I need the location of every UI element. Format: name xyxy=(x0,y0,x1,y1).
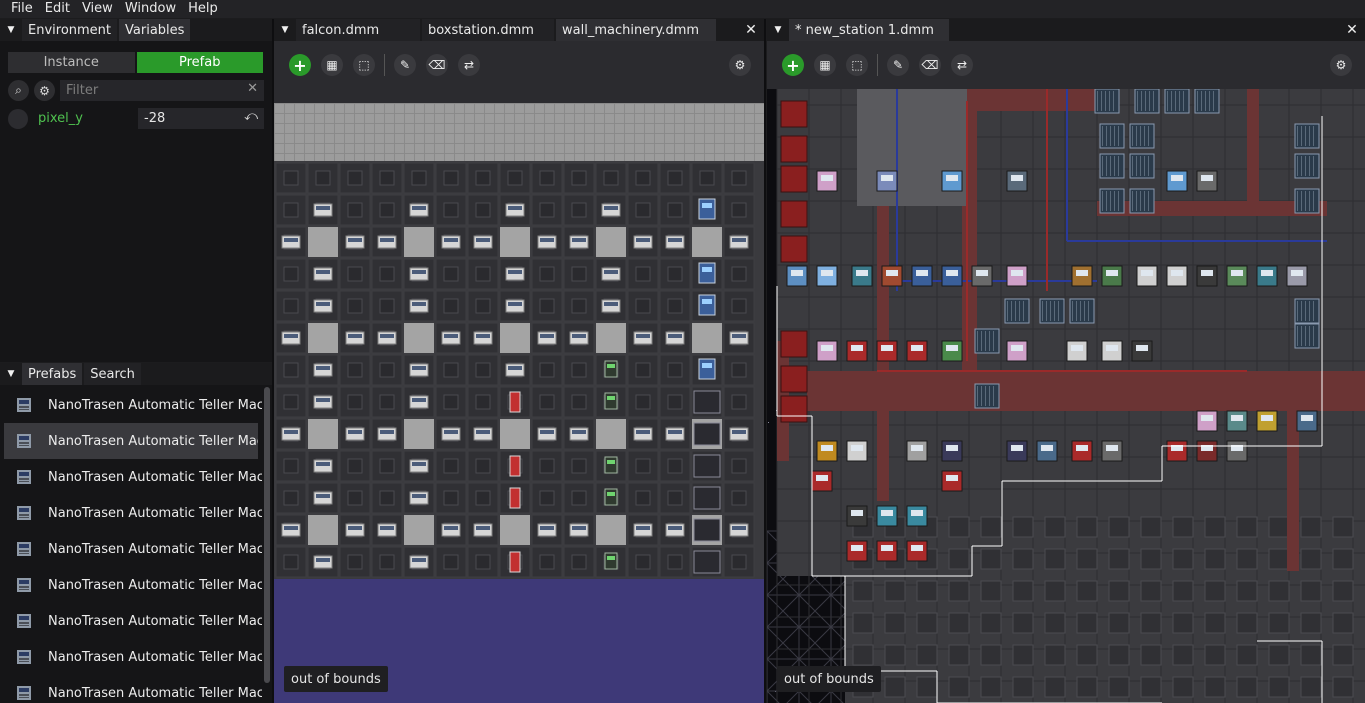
list-item[interactable]: NanoTrasen Automatic Teller Mac xyxy=(0,459,262,495)
editor-a-toolbar: + ▦ ⬚ ✎ ⌫ ⇄ xyxy=(284,47,485,83)
list-item-label: NanoTrasen Automatic Teller Mac xyxy=(48,433,258,449)
list-item[interactable]: NanoTrasen Automatic Teller Mac xyxy=(0,387,262,423)
close-icon[interactable]: ✕ xyxy=(1341,19,1363,41)
list-item-label: NanoTrasen Automatic Teller Mac xyxy=(48,469,262,485)
editor-a-tabbar: ▼ falcon.dmm boxstation.dmm wall_machine… xyxy=(274,19,764,41)
collapse-triangle-icon[interactable]: ▼ xyxy=(767,19,789,41)
tab-prefabs[interactable]: Prefabs xyxy=(22,363,83,385)
map-canvas-a[interactable] xyxy=(274,41,764,703)
menu-file[interactable]: File xyxy=(0,0,39,18)
close-icon[interactable]: ✕ xyxy=(740,19,762,41)
filter-input[interactable] xyxy=(66,83,264,98)
property-value[interactable]: -28 xyxy=(144,111,165,126)
atm-icon xyxy=(17,614,31,628)
list-item[interactable]: NanoTrasen Automatic Teller Mac xyxy=(0,603,262,639)
list-item-label: NanoTrasen Automatic Teller Mac xyxy=(48,577,262,593)
atm-icon xyxy=(17,578,31,592)
list-item[interactable]: NanoTrasen Automatic Teller Mac xyxy=(0,639,262,675)
select-icon[interactable]: ⬚ xyxy=(846,54,868,76)
atm-icon xyxy=(17,470,31,484)
property-row: pixel_y -28 ⤺ xyxy=(8,108,264,129)
undo-icon[interactable]: ⤺ xyxy=(244,109,258,124)
tab-boxstation[interactable]: boxstation.dmm xyxy=(422,19,554,41)
prefabs-panel: ▼ Prefabs Search NanoTrasen Automatic Te… xyxy=(0,363,272,703)
prefab-button[interactable]: Prefab xyxy=(136,52,263,73)
menu-help[interactable]: Help xyxy=(182,0,224,18)
eraser-icon[interactable]: ⌫ xyxy=(426,54,448,76)
list-item[interactable]: NanoTrasen Automatic Teller Mac xyxy=(0,531,262,567)
atm-icon xyxy=(17,686,31,700)
map-canvas-b[interactable] xyxy=(767,41,1365,703)
atm-icon xyxy=(17,506,31,520)
tab-environment[interactable]: Environment xyxy=(22,19,118,41)
list-item[interactable]: NanoTrasen Automatic Teller Mac xyxy=(0,567,262,603)
list-item[interactable]: NanoTrasen Automatic Teller Mac xyxy=(4,423,258,459)
toolbar-separator xyxy=(877,54,878,76)
list-item-label: NanoTrasen Automatic Teller Mac xyxy=(48,649,262,665)
list-item-label: NanoTrasen Automatic Teller Mac xyxy=(48,685,262,701)
tab-new-station[interactable]: * new_station 1.dmm xyxy=(789,19,949,41)
gear-icon[interactable]: ⚙ xyxy=(34,80,55,101)
filter-row: ⌕ ⚙ ✕ xyxy=(8,80,264,101)
collapse-triangle-icon[interactable]: ▼ xyxy=(274,19,296,41)
grid-icon[interactable]: ▦ xyxy=(321,54,343,76)
menu-edit[interactable]: Edit xyxy=(39,0,76,18)
mode-toggle: Instance Prefab xyxy=(8,52,263,73)
menu-window[interactable]: Window xyxy=(119,0,182,18)
list-item-label: NanoTrasen Automatic Teller Mac xyxy=(48,397,262,413)
map-editor-b: ▼ * new_station 1.dmm ✕ + ▦ ⬚ ✎ ⌫ ⇄ ⚙ ou… xyxy=(767,19,1365,703)
atm-icon xyxy=(17,434,31,448)
plus-icon[interactable]: + xyxy=(289,54,311,76)
map-editor-a: ▼ falcon.dmm boxstation.dmm wall_machine… xyxy=(274,19,764,703)
search-icon[interactable]: ⌕ xyxy=(8,80,29,101)
eyedropper-icon[interactable]: ✎ xyxy=(394,54,416,76)
property-value-field[interactable]: -28 ⤺ xyxy=(138,108,264,129)
list-item-label: NanoTrasen Automatic Teller Mac xyxy=(48,541,262,557)
plus-icon[interactable]: + xyxy=(782,54,804,76)
clear-icon[interactable]: ✕ xyxy=(247,81,258,96)
grid-icon[interactable]: ▦ xyxy=(814,54,836,76)
tab-wall-machinery[interactable]: wall_machinery.dmm xyxy=(556,19,716,41)
menu-view[interactable]: View xyxy=(76,0,119,18)
list-item[interactable]: NanoTrasen Automatic Teller Mac xyxy=(0,495,262,531)
tab-search[interactable]: Search xyxy=(84,363,141,385)
atm-icon xyxy=(17,650,31,664)
list-item-label: NanoTrasen Automatic Teller Mac xyxy=(48,613,262,629)
collapse-triangle-icon[interactable]: ▼ xyxy=(0,363,22,385)
filter-box: ✕ xyxy=(60,80,264,101)
tab-falcon[interactable]: falcon.dmm xyxy=(296,19,420,41)
prefabs-tabbar: ▼ Prefabs Search xyxy=(0,363,272,385)
replace-icon[interactable]: ⇄ xyxy=(458,54,480,76)
gear-icon[interactable]: ⚙ xyxy=(729,54,751,76)
collapse-triangle-icon[interactable]: ▼ xyxy=(0,19,22,41)
eyedropper-icon[interactable]: ✎ xyxy=(887,54,909,76)
status-label: out of bounds xyxy=(284,666,388,692)
toolbar-separator xyxy=(384,54,385,76)
tab-variables[interactable]: Variables xyxy=(119,19,191,41)
editor-b-toolbar: + ▦ ⬚ ✎ ⌫ ⇄ xyxy=(777,47,978,83)
atm-icon xyxy=(17,398,31,412)
instance-button[interactable]: Instance xyxy=(8,52,135,73)
status-label: out of bounds xyxy=(777,666,881,692)
prefab-scrollbar[interactable] xyxy=(264,387,270,683)
environment-tabbar: ▼ Environment Variables xyxy=(0,19,272,41)
list-item-label: NanoTrasen Automatic Teller Mac xyxy=(48,505,262,521)
gear-icon[interactable]: ⚙ xyxy=(1330,54,1352,76)
atm-icon xyxy=(17,542,31,556)
list-item[interactable]: NanoTrasen Automatic Teller Mac xyxy=(0,675,262,703)
prefab-list: NanoTrasen Automatic Teller Mac NanoTrase… xyxy=(0,387,262,703)
editor-b-tabbar: ▼ * new_station 1.dmm xyxy=(767,19,1365,41)
eraser-icon[interactable]: ⌫ xyxy=(919,54,941,76)
replace-icon[interactable]: ⇄ xyxy=(951,54,973,76)
select-icon[interactable]: ⬚ xyxy=(353,54,375,76)
environment-panel: ▼ Environment Variables Instance Prefab … xyxy=(0,19,272,362)
property-toggle[interactable] xyxy=(8,108,28,129)
editor-divider[interactable] xyxy=(764,19,766,703)
property-name: pixel_y xyxy=(38,111,83,126)
menu-bar: File Edit View Window Help xyxy=(0,0,1365,18)
